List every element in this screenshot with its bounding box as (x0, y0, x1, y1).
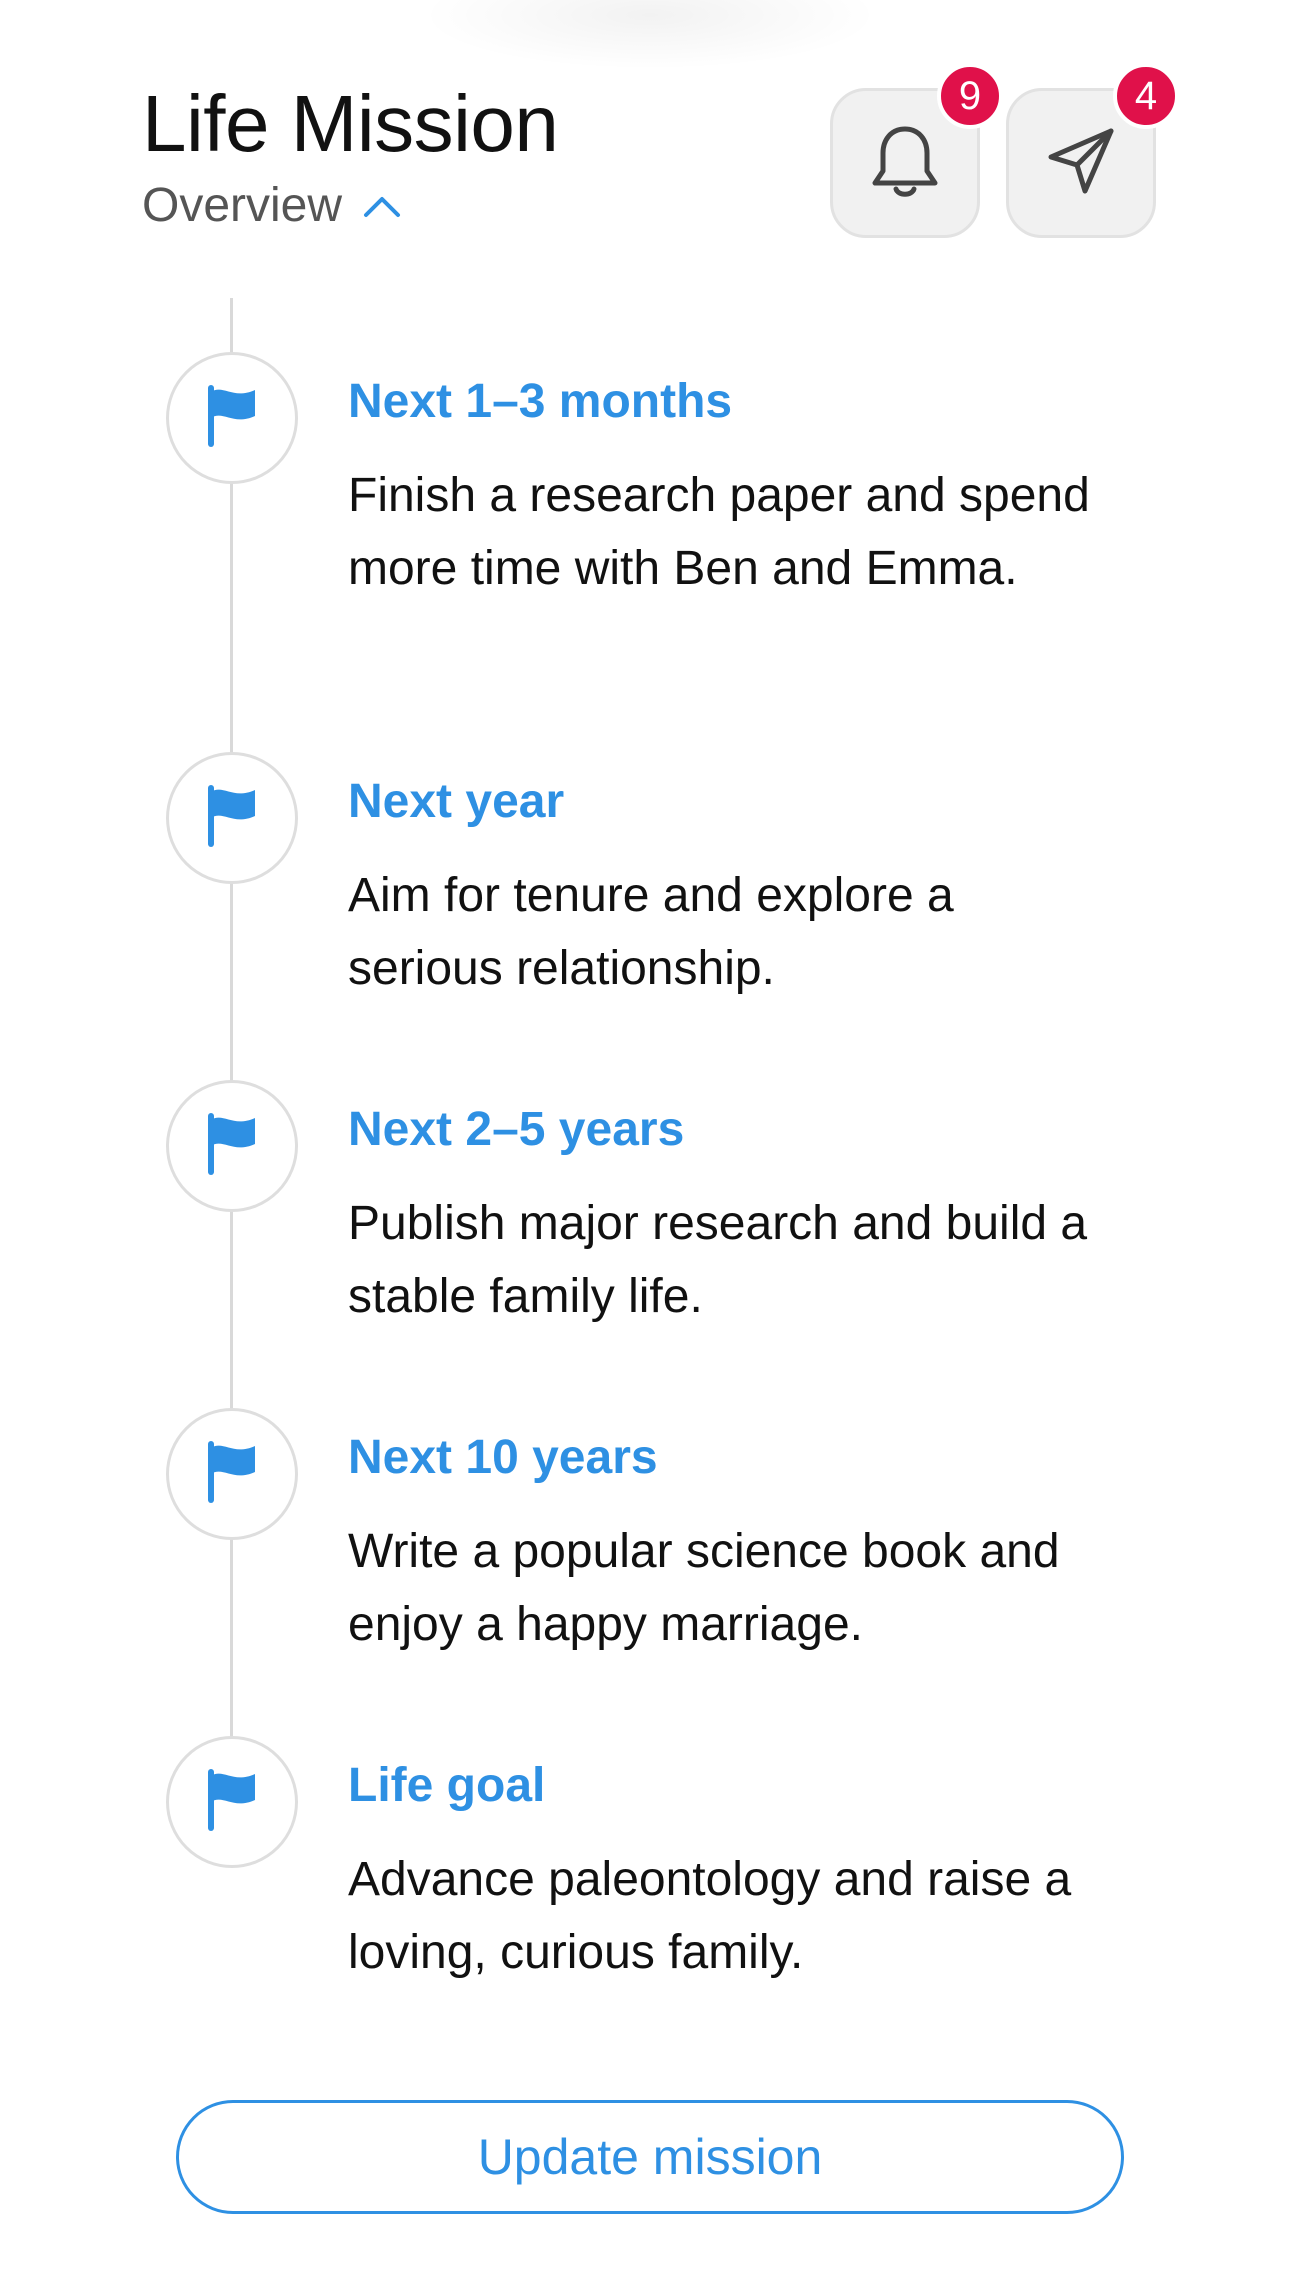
messages-button[interactable]: 4 (1006, 63, 1179, 238)
step-heading: Next year (348, 775, 565, 828)
step-heading: Next 1–3 months (348, 375, 733, 428)
step-description: Publish major research and build a stabl… (348, 1196, 1088, 1323)
chevron-up-icon (362, 193, 402, 219)
page-header: Life Mission Overview (142, 79, 559, 230)
flag-icon (203, 784, 261, 853)
step-description: Advance paleontology and raise a loving,… (348, 1852, 1072, 1979)
page-title: Life Mission (142, 79, 559, 168)
overview-toggle[interactable]: Overview (142, 182, 558, 230)
flag-icon (203, 1768, 261, 1837)
step-description: Finish a research paper and spend more t… (348, 468, 1090, 595)
bell-icon (867, 121, 943, 206)
flag-icon (203, 1440, 261, 1509)
step-marker (166, 1080, 298, 1212)
step-description: Aim for tenure and explore a serious rel… (348, 868, 954, 995)
update-mission-button[interactable]: Update mission (176, 2100, 1124, 2214)
notifications-badge: 9 (937, 63, 1003, 129)
flag-icon (203, 384, 261, 453)
step-heading: Life goal (348, 1759, 546, 1812)
notifications-button[interactable]: 9 (830, 63, 1003, 238)
overview-label: Overview (142, 179, 343, 232)
step-heading: Next 2–5 years (348, 1103, 685, 1156)
step-heading: Next 10 years (348, 1431, 658, 1484)
step-marker (166, 1408, 298, 1540)
step-description: Write a popular science book and enjoy a… (348, 1524, 1060, 1651)
flag-icon (203, 1112, 261, 1181)
step-marker (166, 752, 298, 884)
send-icon (1043, 123, 1119, 204)
step-marker (166, 352, 298, 484)
timeline-line (230, 298, 233, 1848)
step-marker (166, 1736, 298, 1868)
messages-badge: 4 (1113, 63, 1179, 129)
top-handle-shadow (420, 0, 880, 70)
